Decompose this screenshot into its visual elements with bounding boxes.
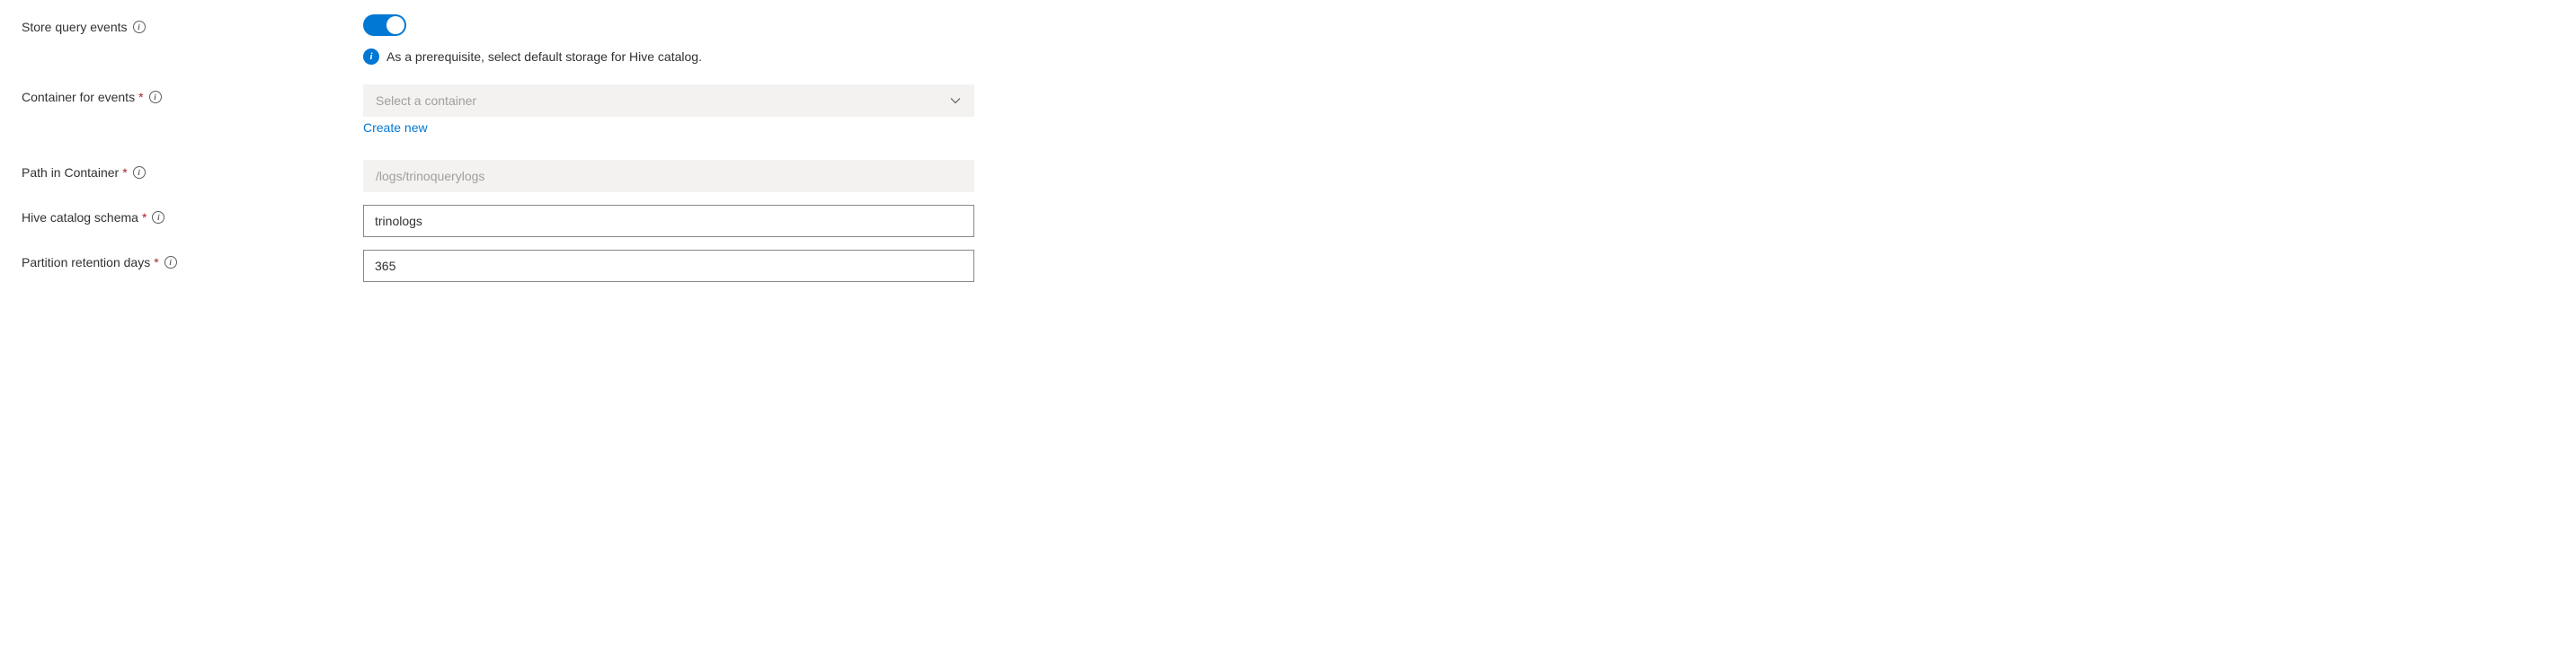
container-for-events-select[interactable]: Select a container — [363, 84, 974, 117]
required-indicator: * — [142, 210, 147, 225]
label-col: Path in Container * i — [22, 160, 363, 180]
store-query-events-label: Store query events — [22, 20, 128, 34]
hive-catalog-schema-input[interactable] — [363, 205, 974, 237]
input-placeholder: /logs/trinoquerylogs — [376, 169, 484, 183]
label-col: Hive catalog schema * i — [22, 205, 363, 225]
path-in-container-label: Path in Container — [22, 165, 119, 180]
create-new-link[interactable]: Create new — [363, 120, 428, 135]
partition-retention-days-input[interactable] — [363, 250, 974, 282]
chevron-down-icon — [949, 94, 962, 107]
control-col: Select a container Create new — [363, 84, 974, 135]
control-col — [363, 250, 974, 282]
control-col — [363, 205, 974, 237]
required-indicator: * — [138, 90, 143, 104]
hive-catalog-schema-label: Hive catalog schema — [22, 210, 138, 225]
helper-row: i As a prerequisite, select default stor… — [363, 49, 974, 65]
store-query-events-helper: As a prerequisite, select default storag… — [386, 49, 702, 64]
label-col: Store query events i — [22, 14, 363, 34]
info-solid-icon: i — [363, 49, 379, 65]
control-col: i As a prerequisite, select default stor… — [363, 14, 974, 65]
label-col: Container for events * i — [22, 84, 363, 104]
partition-retention-days-label: Partition retention days — [22, 255, 150, 269]
info-icon[interactable]: i — [164, 256, 177, 269]
toggle-knob — [386, 16, 404, 34]
info-icon[interactable]: i — [133, 166, 146, 179]
path-in-container-row: Path in Container * i /logs/trinoquerylo… — [22, 160, 2554, 192]
info-icon[interactable]: i — [133, 21, 146, 33]
required-indicator: * — [122, 165, 127, 180]
store-query-events-toggle[interactable] — [363, 14, 406, 36]
select-placeholder: Select a container — [376, 93, 476, 108]
container-for-events-row: Container for events * i Select a contai… — [22, 84, 2554, 135]
required-indicator: * — [154, 255, 158, 269]
info-icon[interactable]: i — [152, 211, 164, 224]
partition-retention-days-row: Partition retention days * i — [22, 250, 2554, 282]
info-icon[interactable]: i — [149, 91, 162, 103]
store-query-events-row: Store query events i i As a prerequisite… — [22, 14, 2554, 65]
label-col: Partition retention days * i — [22, 250, 363, 269]
container-for-events-label: Container for events — [22, 90, 135, 104]
path-in-container-input[interactable]: /logs/trinoquerylogs — [363, 160, 974, 192]
hive-catalog-schema-row: Hive catalog schema * i — [22, 205, 2554, 237]
control-col: /logs/trinoquerylogs — [363, 160, 974, 192]
